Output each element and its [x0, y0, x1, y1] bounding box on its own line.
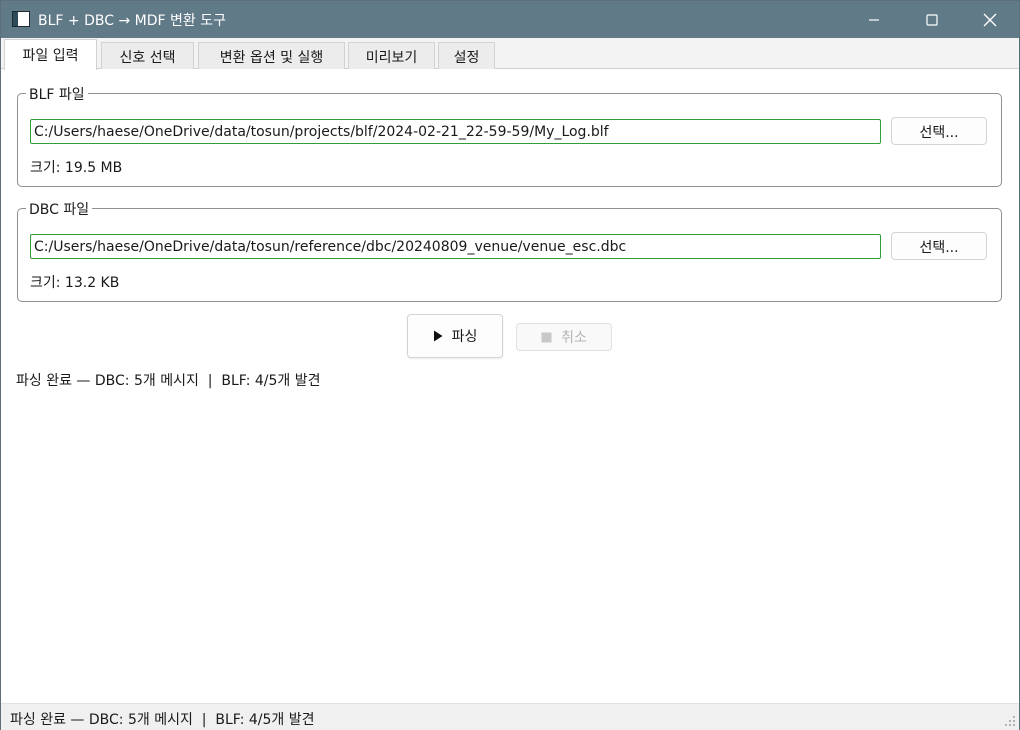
dbc-group-title: DBC 파일 [26, 199, 93, 219]
minimize-icon [869, 18, 879, 21]
blf-file-group: BLF 파일 선택... 크기: 19.5 MB [17, 84, 1002, 187]
blf-group-title: BLF 파일 [26, 84, 88, 104]
status-bar: 파싱 완료 — DBC: 5개 메시지 | BLF: 4/5개 발견 [1, 703, 1019, 730]
maximize-button[interactable] [903, 1, 961, 38]
tab-file-input[interactable]: 파일 입력 [4, 39, 97, 70]
blf-size-label: 크기: 19.5 MB [30, 160, 123, 176]
tab-settings[interactable]: 설정 [438, 42, 495, 69]
tab-convert-options[interactable]: 변환 옵션 및 실행 [198, 42, 345, 69]
dbc-size-label: 크기: 13.2 KB [30, 275, 120, 291]
window-title: BLF + DBC → MDF 변환 도구 [38, 13, 226, 29]
blf-path-input[interactable] [30, 119, 881, 144]
tab-bar: 파일 입력 신호 선택 변환 옵션 및 실행 미리보기 설정 [1, 38, 1019, 70]
dbc-file-group: DBC 파일 선택... 크기: 13.2 KB [17, 199, 1002, 302]
app-window-icon [12, 11, 30, 27]
close-icon [983, 13, 997, 26]
blf-select-button[interactable]: 선택... [891, 117, 987, 145]
close-button[interactable] [961, 1, 1019, 38]
resize-grip-icon[interactable] [1004, 715, 1016, 727]
title-bar[interactable]: BLF + DBC → MDF 변환 도구 [1, 1, 1019, 38]
parse-status-text: 파싱 완료 — DBC: 5개 메시지 | BLF: 4/5개 발견 [16, 373, 321, 389]
maximize-icon [926, 13, 938, 26]
dbc-path-input[interactable] [30, 234, 881, 259]
stop-icon [541, 332, 552, 342]
status-bar-text: 파싱 완료 — DBC: 5개 메시지 | BLF: 4/5개 발견 [10, 712, 315, 728]
tab-preview[interactable]: 미리보기 [348, 42, 435, 69]
play-icon [433, 330, 443, 342]
app-window: BLF + DBC → MDF 변환 도구 파일 입력 신호 선택 변환 옵션 … [0, 0, 1020, 730]
minimize-button[interactable] [845, 1, 903, 38]
parse-button[interactable]: 파싱 [407, 314, 503, 358]
dbc-select-button[interactable]: 선택... [891, 232, 987, 260]
cancel-button[interactable]: 취소 [516, 323, 612, 351]
cancel-button-label: 취소 [561, 330, 587, 346]
tab-signal-select[interactable]: 신호 선택 [101, 42, 194, 69]
parse-button-label: 파싱 [451, 329, 478, 345]
